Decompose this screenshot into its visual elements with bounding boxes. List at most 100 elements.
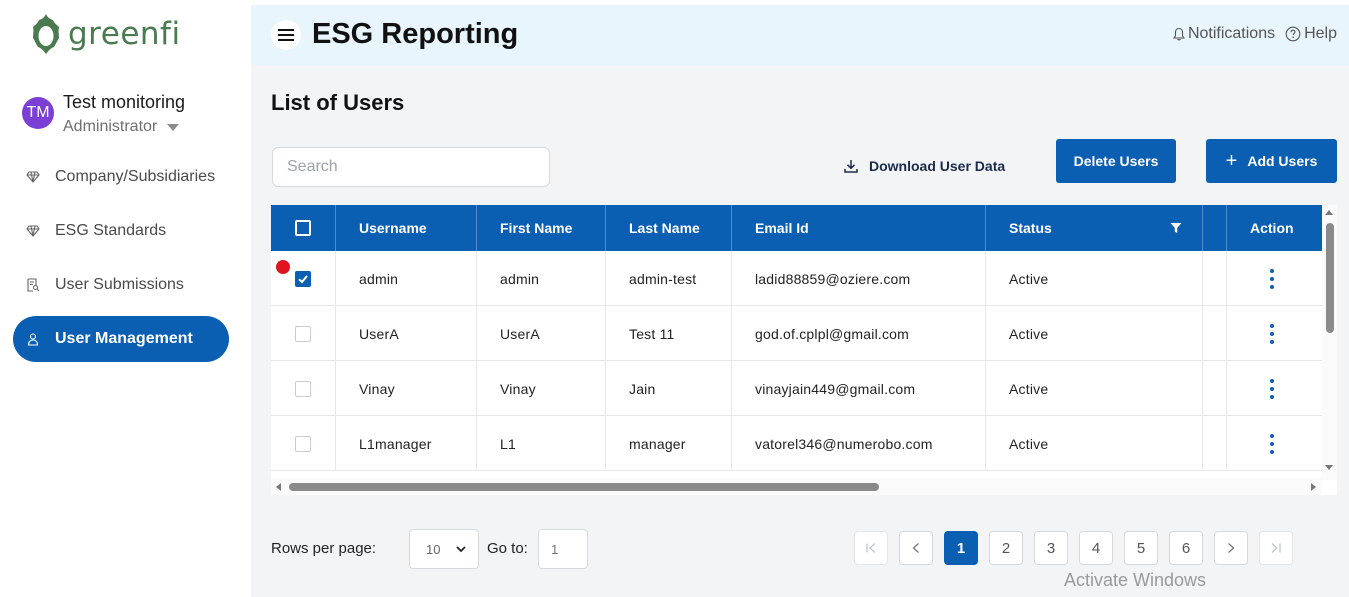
select-all-cell bbox=[271, 205, 336, 251]
sidebar-item-esg-standards[interactable]: ESG Standards bbox=[13, 208, 229, 254]
user-role-dropdown[interactable]: Administrator bbox=[63, 118, 185, 136]
column-header-username[interactable]: Username bbox=[336, 205, 477, 251]
delete-users-label: Delete Users bbox=[1073, 153, 1159, 169]
scroll-down-arrow-icon[interactable] bbox=[1325, 465, 1333, 470]
activate-windows-watermark: Activate Windows bbox=[1064, 570, 1207, 590]
caret-down-icon bbox=[167, 123, 180, 131]
row-checkbox[interactable] bbox=[295, 325, 311, 342]
cell-last-name: Test 11 bbox=[606, 306, 732, 361]
last-page-button[interactable] bbox=[1259, 531, 1293, 565]
more-vertical-icon[interactable] bbox=[1270, 323, 1274, 344]
hamburger-icon bbox=[278, 29, 294, 41]
vertical-scrollbar[interactable] bbox=[1322, 205, 1337, 480]
cell-action bbox=[1227, 306, 1322, 361]
check-icon bbox=[298, 274, 308, 283]
help-link[interactable]: Help bbox=[1285, 25, 1337, 43]
cell-spacer bbox=[1203, 361, 1227, 416]
scroll-right-arrow-icon[interactable] bbox=[1311, 483, 1316, 491]
row-checkbox[interactable] bbox=[295, 380, 311, 397]
cell-first-name: Vinay bbox=[477, 361, 606, 416]
help-label: Help bbox=[1304, 25, 1337, 42]
cell-username: Vinay bbox=[336, 361, 477, 416]
table-row[interactable]: admin admin admin-test ladid88859@oziere… bbox=[271, 251, 1322, 306]
rows-per-page-select[interactable]: 10 bbox=[409, 529, 479, 569]
horizontal-scroll-thumb[interactable] bbox=[289, 483, 879, 491]
cell-email: god.of.cplpl@gmail.com bbox=[732, 306, 986, 361]
user-profile[interactable]: TM Test monitoring Administrator bbox=[22, 92, 185, 136]
cell-email: vatorel346@numerobo.com bbox=[732, 416, 986, 471]
menu-toggle-button[interactable] bbox=[271, 20, 301, 50]
row-checkbox[interactable] bbox=[295, 270, 311, 287]
page-button-6[interactable]: 6 bbox=[1169, 531, 1203, 565]
sidebar-item-user-submissions[interactable]: User Submissions bbox=[13, 262, 229, 308]
cell-last-name: manager bbox=[606, 416, 732, 471]
users-table: Username First Name Last Name Email Id S… bbox=[271, 205, 1337, 495]
cell-spacer bbox=[1203, 306, 1227, 361]
cell-email: vinayjain449@gmail.com bbox=[732, 361, 986, 416]
more-vertical-icon[interactable] bbox=[1270, 378, 1274, 399]
cell-email: ladid88859@oziere.com bbox=[732, 251, 986, 306]
greenfi-logo-icon bbox=[33, 14, 59, 54]
download-label: Download User Data bbox=[869, 158, 1006, 174]
prev-page-button[interactable] bbox=[899, 531, 933, 565]
cell-first-name: L1 bbox=[477, 416, 606, 471]
cell-last-name: admin-test bbox=[606, 251, 732, 306]
more-vertical-icon[interactable] bbox=[1270, 268, 1274, 289]
delete-users-button[interactable]: Delete Users bbox=[1056, 139, 1176, 183]
more-vertical-icon[interactable] bbox=[1270, 433, 1274, 454]
sidebar-item-label: ESG Standards bbox=[55, 222, 167, 239]
document-search-icon bbox=[25, 277, 41, 293]
download-user-data-button[interactable]: Download User Data bbox=[843, 151, 1005, 181]
avatar: TM bbox=[22, 97, 54, 129]
filter-icon[interactable] bbox=[1170, 222, 1182, 234]
diamond-icon bbox=[25, 169, 41, 185]
cell-username: admin bbox=[336, 251, 477, 306]
brand-logo[interactable]: greenfi bbox=[30, 12, 181, 56]
add-users-label: Add Users bbox=[1247, 153, 1318, 169]
first-page-button[interactable] bbox=[854, 531, 888, 565]
cell-spacer bbox=[1203, 416, 1227, 471]
column-header-last-name[interactable]: Last Name bbox=[606, 205, 732, 251]
chevron-left-icon bbox=[912, 543, 919, 553]
cell-status: Active bbox=[986, 251, 1203, 306]
search-input[interactable] bbox=[272, 147, 550, 187]
last-page-icon bbox=[1271, 543, 1281, 553]
add-users-button[interactable]: + Add Users bbox=[1206, 139, 1337, 183]
row-select-cell bbox=[271, 251, 336, 306]
page-button-4[interactable]: 4 bbox=[1079, 531, 1113, 565]
page-button-2[interactable]: 2 bbox=[989, 531, 1023, 565]
notifications-link[interactable]: Notifications bbox=[1172, 25, 1275, 43]
vertical-scroll-thumb[interactable] bbox=[1326, 223, 1334, 333]
sidebar-item-company-subsidiaries[interactable]: Company/Subsidiaries bbox=[13, 154, 229, 200]
goto-page-input[interactable] bbox=[538, 529, 588, 569]
sidebar-item-label: User Management bbox=[55, 330, 193, 347]
table-row[interactable]: UserA UserA Test 11 god.of.cplpl@gmail.c… bbox=[271, 306, 1322, 361]
column-header-email[interactable]: Email Id bbox=[732, 205, 986, 251]
page-button-1[interactable]: 1 bbox=[944, 531, 978, 565]
select-all-checkbox[interactable] bbox=[295, 220, 311, 236]
next-page-button[interactable] bbox=[1214, 531, 1248, 565]
header-actions: Notifications Help bbox=[1172, 25, 1337, 43]
plus-icon: + bbox=[1225, 150, 1238, 172]
sidebar: greenfi TM Test monitoring Administrator… bbox=[0, 0, 251, 597]
scroll-up-arrow-icon[interactable] bbox=[1325, 210, 1333, 215]
cell-spacer bbox=[1203, 251, 1227, 306]
horizontal-scrollbar[interactable] bbox=[271, 478, 1322, 495]
page-button-3[interactable]: 3 bbox=[1034, 531, 1068, 565]
cell-action bbox=[1227, 251, 1322, 306]
cell-first-name: admin bbox=[477, 251, 606, 306]
table-row[interactable]: Vinay Vinay Jain vinayjain449@gmail.com … bbox=[271, 361, 1322, 416]
user-name: Test monitoring bbox=[63, 92, 186, 112]
column-header-status[interactable]: Status bbox=[986, 205, 1203, 251]
cell-username: UserA bbox=[336, 306, 477, 361]
sidebar-item-user-management[interactable]: User Management bbox=[13, 316, 229, 362]
row-checkbox[interactable] bbox=[295, 435, 311, 452]
scroll-left-arrow-icon[interactable] bbox=[276, 483, 281, 491]
rows-per-page-value: 10 bbox=[426, 541, 441, 557]
page-button-5[interactable]: 5 bbox=[1124, 531, 1158, 565]
column-spacer bbox=[1203, 205, 1227, 251]
rows-per-page-label: Rows per page: bbox=[271, 540, 377, 557]
table-row[interactable]: L1manager L1 manager vatorel346@numerobo… bbox=[271, 416, 1322, 471]
chevron-down-icon bbox=[456, 545, 466, 552]
column-header-first-name[interactable]: First Name bbox=[477, 205, 606, 251]
